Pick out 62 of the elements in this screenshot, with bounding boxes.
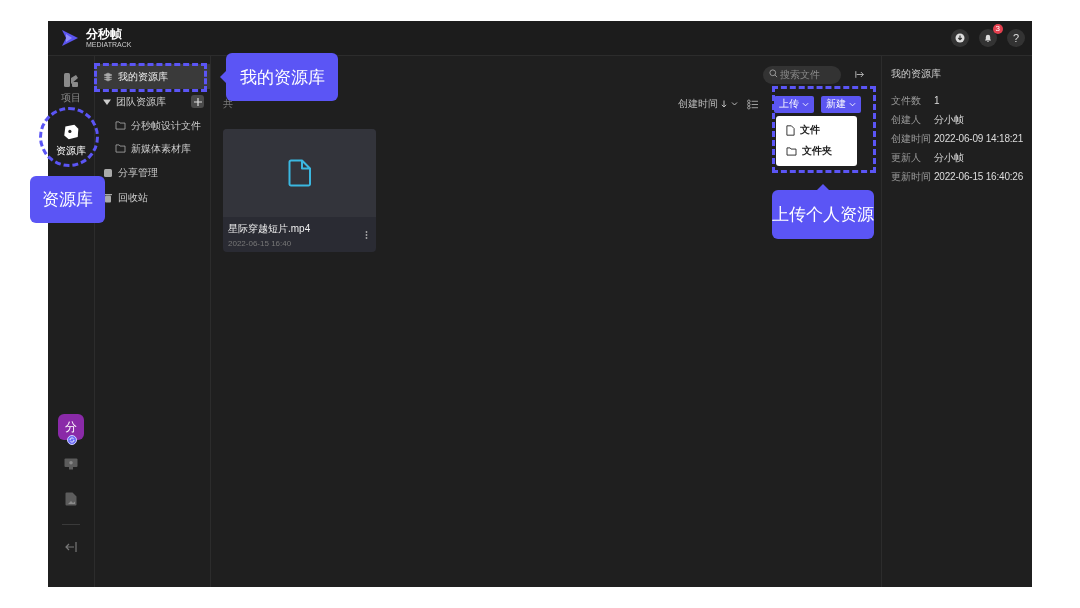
monitor-icon[interactable] (64, 458, 78, 470)
dashed-highlight (39, 107, 99, 167)
share-icon (103, 167, 113, 178)
tooltip-pointer (220, 71, 226, 83)
detail-label: 更新人 (891, 150, 922, 165)
folder-icon (115, 144, 126, 153)
caret-icon (103, 97, 111, 106)
annotation-tooltip: 我的资源库 (226, 53, 338, 101)
dropdown-button[interactable]: 上传 (774, 95, 814, 113)
folder-item[interactable]: 新媒体素材库 (95, 137, 210, 160)
file-icon (287, 159, 312, 187)
detail-label: 更新时间 (891, 169, 932, 184)
detail-value: 2022-06-15 16:40:26 (934, 171, 1024, 182)
more-icon[interactable] (365, 229, 368, 240)
logo-icon (60, 28, 80, 48)
chevron-down-icon (849, 101, 856, 107)
detail-label: 文件数 (891, 93, 922, 108)
notification-badge: 3 (992, 24, 1003, 34)
details-title: 我的资源库 (891, 67, 942, 81)
download-button[interactable] (951, 29, 969, 47)
chevron-down-icon (802, 101, 809, 107)
download-icon (955, 33, 965, 43)
search-field[interactable]: 搜索文件 (763, 65, 841, 84)
annotation-tooltip: 资源库 (30, 176, 105, 223)
layers-icon (103, 71, 113, 82)
list-view-icon[interactable] (747, 98, 758, 110)
palette-icon (63, 72, 79, 88)
bell-icon (983, 33, 993, 43)
image-file-icon[interactable] (65, 492, 77, 506)
file-name: 星际穿越短片.mp4 (228, 221, 312, 236)
sort-button[interactable]: 创建时间 (678, 97, 739, 111)
file-icon (786, 124, 795, 136)
folder-icon (115, 121, 126, 130)
cube-icon (62, 123, 80, 141)
tooltip-pointer (817, 184, 829, 190)
detail-label: 创建人 (891, 112, 922, 127)
help-button[interactable]: ? (1007, 29, 1025, 47)
notifications-button[interactable] (979, 29, 997, 47)
tree-item[interactable]: 我的资源库 (95, 64, 210, 89)
sort-arrow-icon (721, 100, 739, 108)
rail-item[interactable]: 资源库 (56, 119, 86, 162)
file-date: 2022-06-15 16:40 (228, 238, 293, 248)
app-name: 分秒帧 (86, 28, 123, 40)
collapse-icon[interactable] (64, 541, 78, 553)
menu-item[interactable]: 文件夹 (776, 140, 857, 162)
annotation-tooltip: 上传个人资源 (772, 190, 874, 239)
tree-item[interactable]: 团队资源库 (95, 89, 210, 114)
detail-value: 分小帧 (934, 112, 964, 127)
dropdown-button[interactable]: 新建 (821, 95, 861, 113)
avatar[interactable]: 分 (58, 414, 84, 440)
detail-label: 创建时间 (891, 131, 932, 146)
expand-panel-icon[interactable] (855, 69, 865, 79)
menu-item[interactable]: 文件 (776, 119, 857, 141)
add-button[interactable] (191, 95, 204, 108)
rail-item[interactable]: 项目 (61, 68, 81, 109)
sync-icon (67, 435, 77, 445)
detail-value: 分小帧 (934, 150, 964, 165)
file-card[interactable]: 星际穿越短片.mp4 2022-06-15 16:40 (223, 129, 376, 252)
folder-item[interactable]: 分秒帧设计文件 (95, 114, 210, 137)
detail-value: 2022-06-09 14:18:21 (934, 133, 1024, 144)
detail-value: 1 (934, 95, 940, 106)
folder-icon (786, 146, 797, 156)
